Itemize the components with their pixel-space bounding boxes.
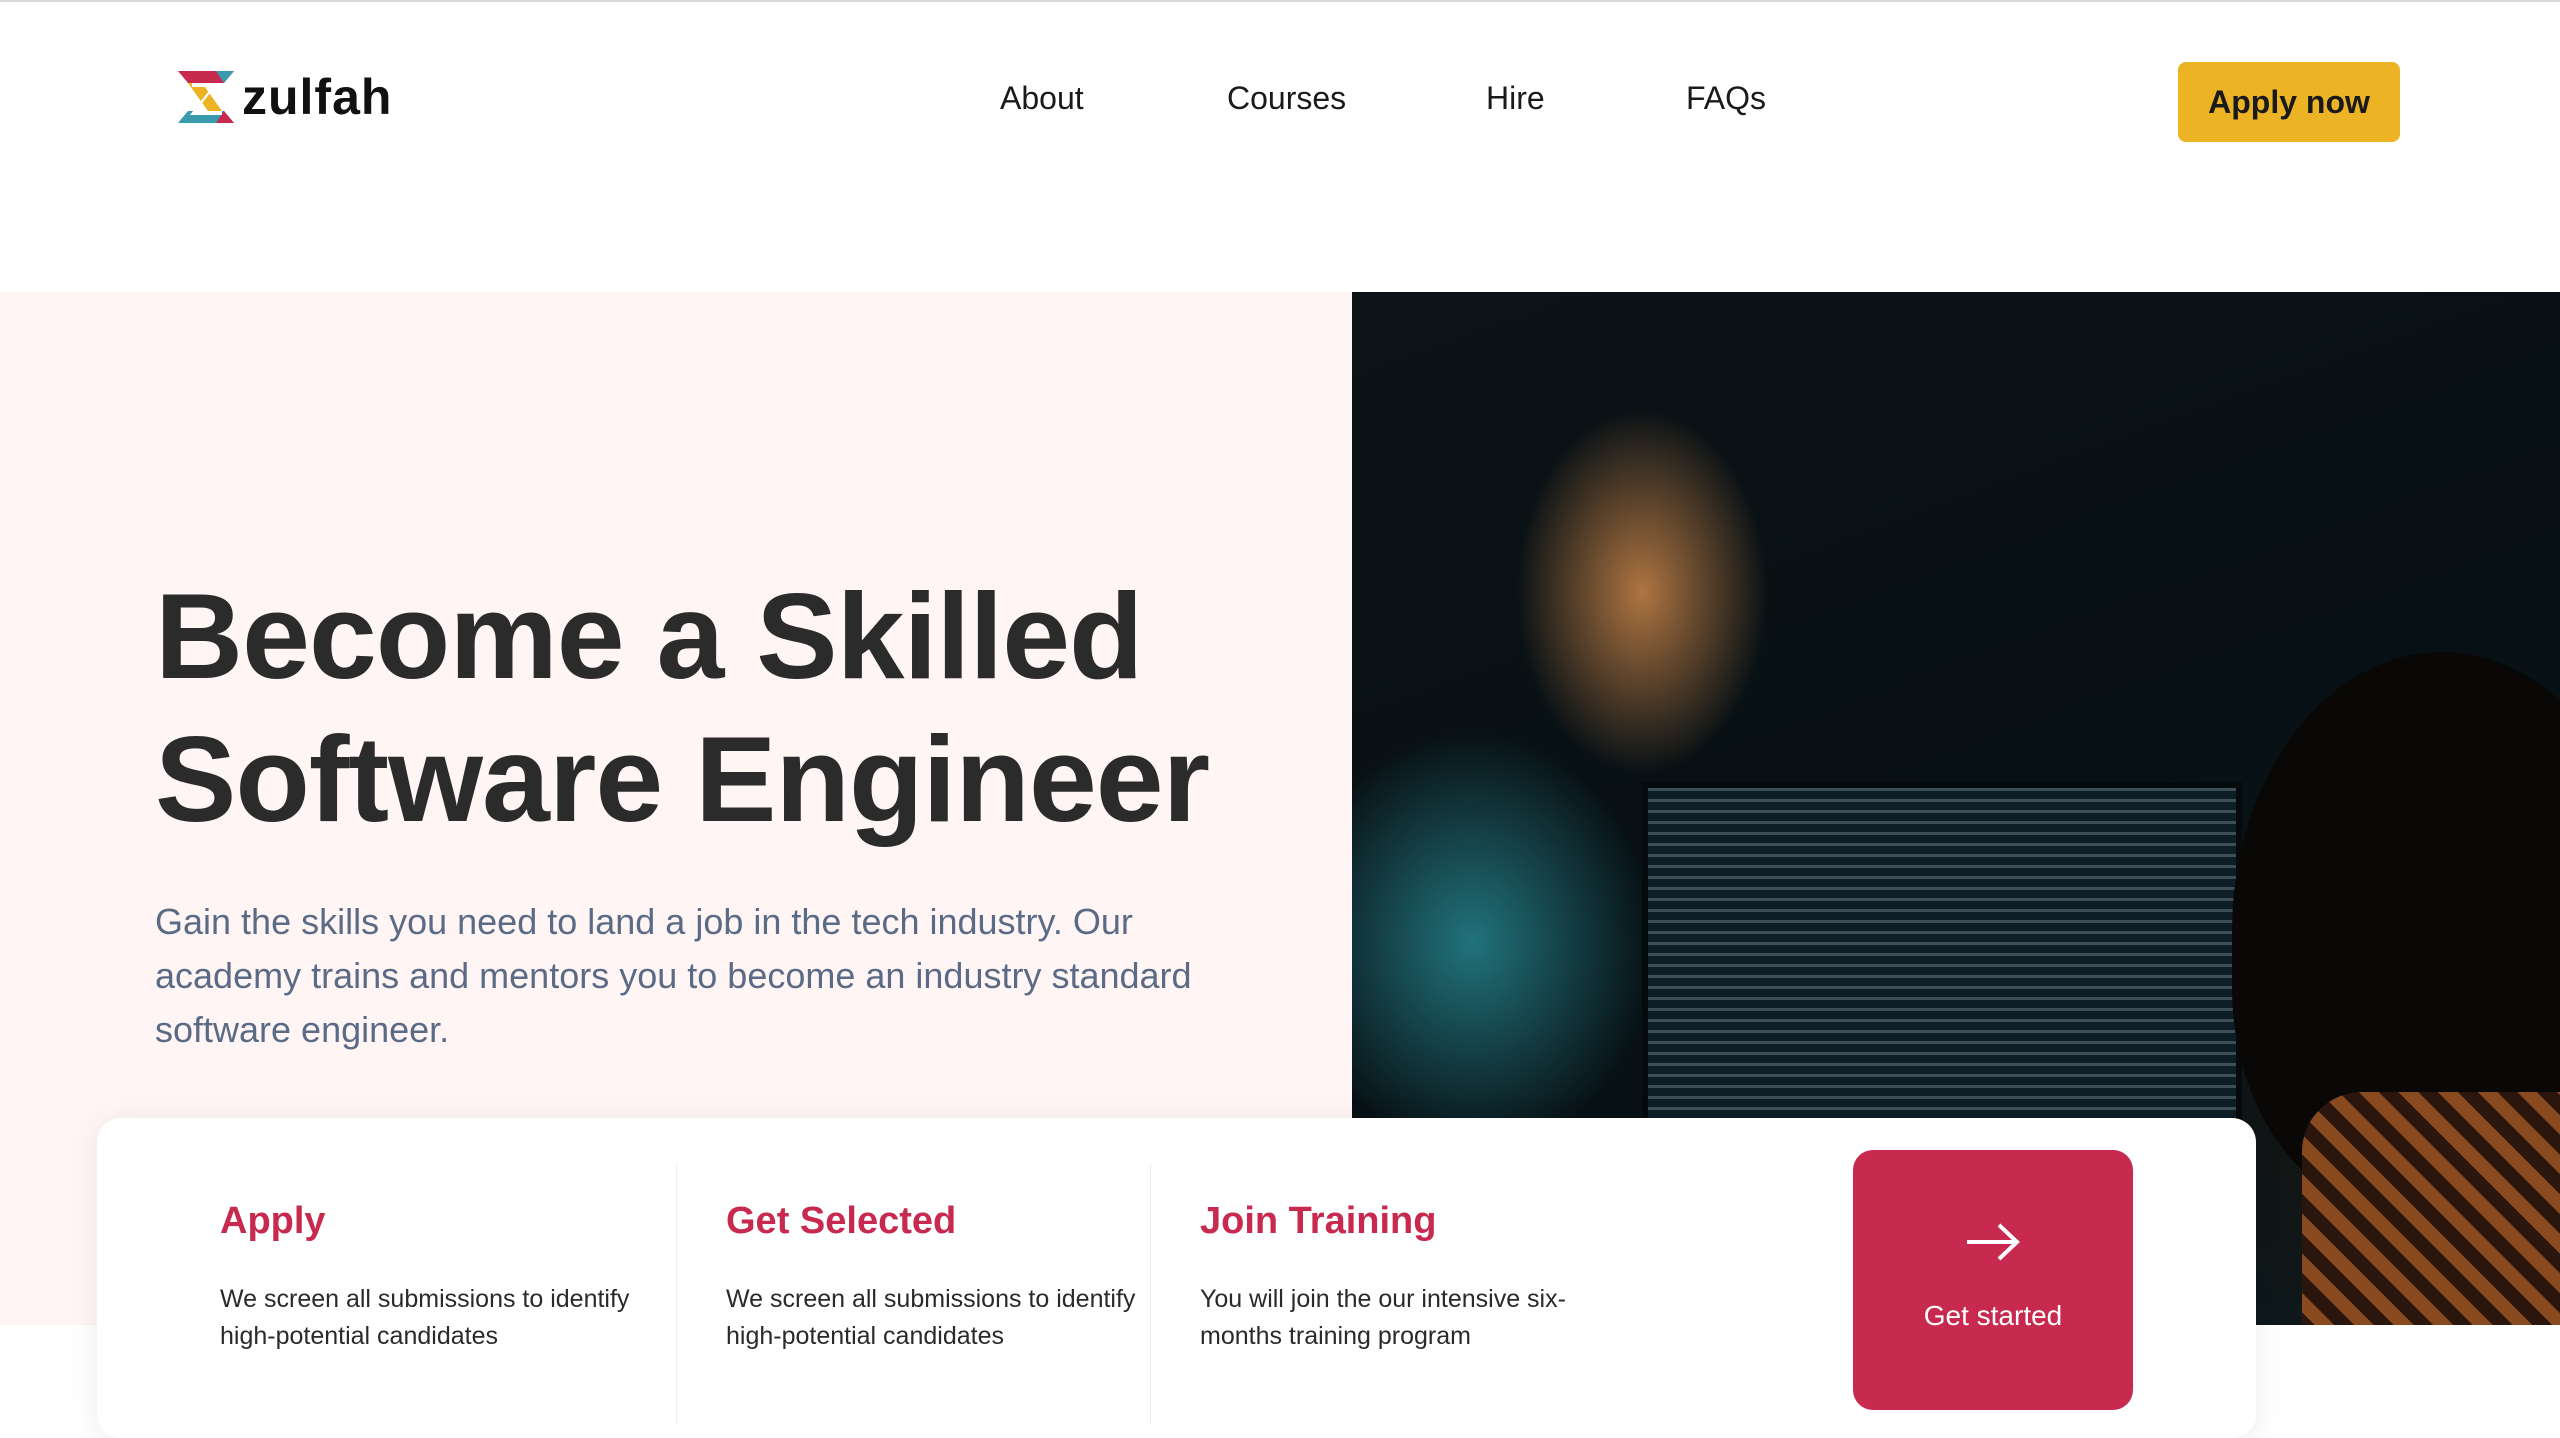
step-title: Apply: [220, 1200, 326, 1242]
nav-faqs[interactable]: FAQs: [1686, 80, 1766, 117]
hero-title-line2: Software Engineer: [155, 711, 1210, 847]
step-title: Join Training: [1200, 1200, 1437, 1242]
person-shirt: [2302, 1092, 2560, 1325]
steps-card: Apply We screen all submissions to ident…: [97, 1118, 2256, 1438]
step-text: We screen all submissions to identify hi…: [726, 1285, 1136, 1350]
get-started-button[interactable]: Get started: [1853, 1150, 2133, 1410]
nav-courses[interactable]: Courses: [1227, 80, 1346, 117]
brand-name: zulfah: [242, 69, 393, 125]
nav-about[interactable]: About: [1000, 80, 1084, 117]
apply-now-button[interactable]: Apply now: [2178, 62, 2400, 142]
nav-hire[interactable]: Hire: [1486, 80, 1545, 117]
hero-title-line1: Become a Skilled: [155, 568, 1144, 704]
step-text: We screen all submissions to identify hi…: [220, 1285, 630, 1350]
hero-lead: Gain the skills you need to land a job i…: [155, 901, 1192, 1050]
step-apply: Apply We screen all submissions to ident…: [220, 1200, 660, 1355]
hero-title: Become a Skilled Software Engineer: [155, 565, 1210, 851]
step-text: You will join the our intensive six-mont…: [1200, 1285, 1566, 1350]
get-started-label: Get started: [1923, 1300, 2063, 1331]
divider: [676, 1164, 677, 1424]
top-border: [0, 0, 2560, 2]
logo[interactable]: zulfah: [178, 68, 392, 126]
step-title: Get Selected: [726, 1200, 957, 1242]
arrow-right-icon: [1967, 1223, 2020, 1261]
step-join-training: Join Training You will join the our inte…: [1200, 1200, 1600, 1355]
zulfah-logo-icon: [178, 71, 234, 123]
divider: [1150, 1164, 1151, 1424]
step-get-selected: Get Selected We screen all submissions t…: [726, 1200, 1146, 1355]
